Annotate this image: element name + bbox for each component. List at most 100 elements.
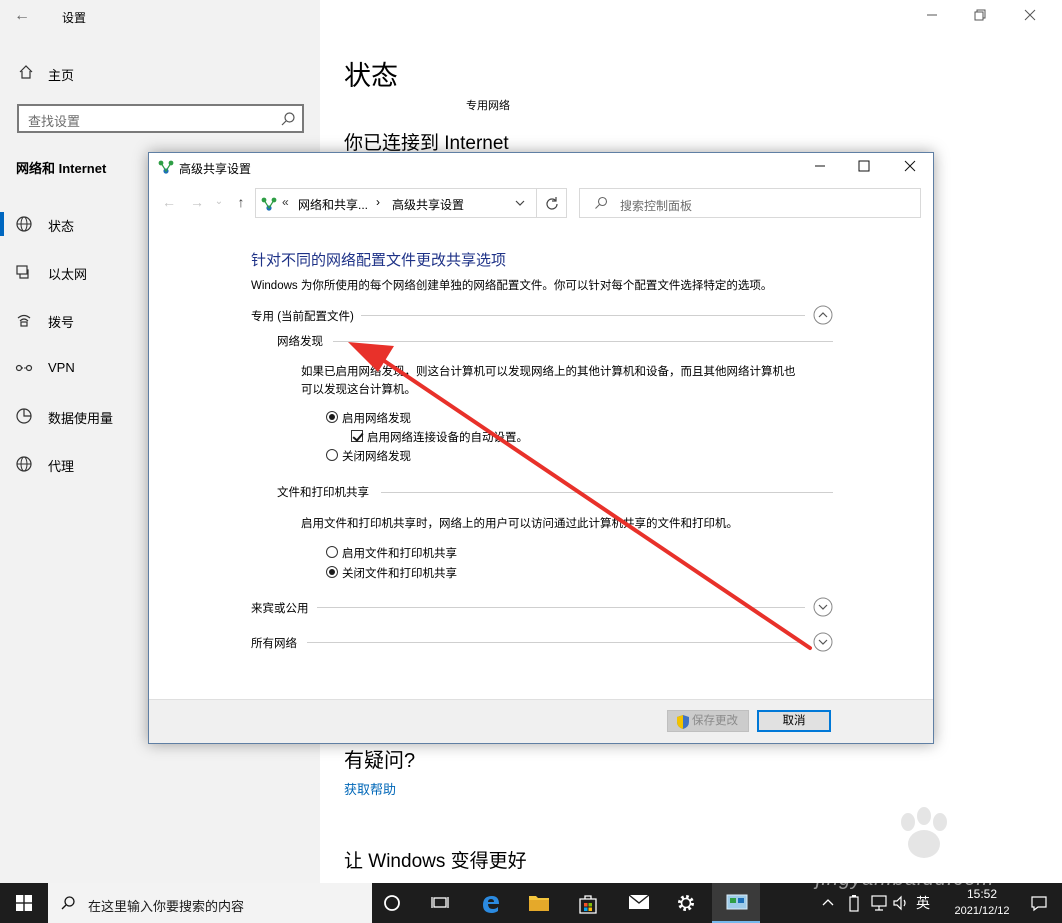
- advanced-sharing-dialog: 高级共享设置 ← → ⌄ ↑ « 网络和共享... › 高级共享设置 搜索控制面…: [148, 152, 934, 744]
- network-discovery-description: 如果已启用网络发现，则这台计算机可以发现网络上的其他计算机和设备，而且其他网络计…: [301, 363, 796, 399]
- battery-icon[interactable]: [848, 893, 860, 913]
- store-button[interactable]: [564, 883, 612, 923]
- task-view-button[interactable]: [416, 883, 464, 923]
- volume-icon[interactable]: [892, 894, 910, 912]
- divider: [307, 642, 805, 643]
- file-sharing-header: 文件和打印机共享: [277, 484, 833, 500]
- profile-all-header[interactable]: 所有网络: [251, 632, 833, 652]
- address-bar[interactable]: « 网络和共享... › 高级共享设置: [255, 188, 567, 218]
- chevron-up-icon[interactable]: [813, 305, 833, 325]
- radio-label: 启用文件和打印机共享: [342, 548, 457, 560]
- cortana-button[interactable]: [368, 883, 416, 923]
- home-icon: [19, 65, 33, 79]
- search-icon: [61, 896, 75, 910]
- dialog-titlebar[interactable]: 高级共享设置: [149, 153, 933, 181]
- file-sharing-description: 启用文件和打印机共享时，网络上的用户可以访问通过此计算机共享的文件和打印机。: [301, 518, 738, 530]
- network-discovery-title: 网络发现: [277, 333, 331, 349]
- close-icon[interactable]: [903, 159, 917, 173]
- cancel-button[interactable]: 取消: [757, 710, 831, 732]
- store-bag-icon: [579, 895, 597, 914]
- sidebar-item-label: 代理: [48, 459, 75, 474]
- input-method-indicator[interactable]: 英: [916, 893, 930, 913]
- chevron-down-icon[interactable]: [813, 632, 833, 652]
- start-button[interactable]: [0, 883, 48, 923]
- file-explorer-button[interactable]: [514, 883, 562, 923]
- chevron-down-icon[interactable]: [514, 197, 526, 209]
- profile-all-label: 所有网络: [251, 635, 305, 651]
- sidebar-item-label: 以太网: [48, 267, 88, 282]
- sidebar-item-label: 数据使用量: [48, 411, 114, 426]
- breadcrumb-overflow[interactable]: «: [282, 195, 289, 209]
- settings-app-title: 设置: [62, 11, 87, 25]
- settings-search-input[interactable]: 查找设置: [17, 104, 304, 133]
- minimize-icon[interactable]: [926, 9, 938, 21]
- checkbox-checked[interactable]: [351, 430, 363, 442]
- up-icon[interactable]: ↑: [233, 194, 249, 210]
- gear-icon: [678, 895, 694, 911]
- description-line: 可以发现这台计算机。: [301, 384, 416, 396]
- address-toolbar: ← → ⌄ ↑ « 网络和共享... › 高级共享设置 搜索控制面板: [149, 185, 933, 219]
- refresh-button[interactable]: [536, 189, 566, 217]
- sidebar-item-home[interactable]: 主页: [0, 58, 320, 88]
- sidebar-item-label: VPN: [48, 360, 75, 375]
- divider: [361, 315, 805, 316]
- radio-button[interactable]: [326, 449, 338, 461]
- profile-private-header[interactable]: 专用 (当前配置文件): [251, 305, 833, 325]
- maximize-icon[interactable]: [857, 159, 871, 173]
- profile-guest-header[interactable]: 来宾或公用: [251, 597, 833, 617]
- sidebar-item-label: 拨号: [48, 315, 75, 330]
- taskbar-search-input[interactable]: 在这里输入你要搜索的内容: [48, 883, 372, 923]
- back-arrow-icon[interactable]: ←: [14, 6, 34, 26]
- dialog-footer: 保存更改 取消: [149, 699, 933, 743]
- dialog-heading: 针对不同的网络配置文件更改共享选项: [251, 252, 507, 269]
- divider: [317, 607, 805, 608]
- breadcrumb-separator[interactable]: ›: [376, 195, 380, 209]
- settings-taskbar-button[interactable]: [662, 883, 710, 923]
- save-changes-button[interactable]: 保存更改: [667, 710, 749, 732]
- forward-icon[interactable]: →: [189, 194, 205, 210]
- network-icon[interactable]: [870, 894, 888, 912]
- restore-icon[interactable]: [974, 9, 986, 21]
- search-placeholder: 查找设置: [28, 114, 81, 129]
- cortana-circle-icon: [384, 895, 400, 911]
- chevron-up-icon[interactable]: [822, 897, 834, 907]
- breadcrumb-advanced-sharing[interactable]: 高级共享设置: [392, 196, 464, 213]
- get-help-link[interactable]: 获取帮助: [344, 779, 396, 798]
- network-sharing-icon: [261, 197, 277, 211]
- minimize-icon[interactable]: [813, 159, 827, 173]
- radio-button-selected[interactable]: [326, 411, 338, 423]
- control-panel-search-input[interactable]: 搜索控制面板: [579, 188, 921, 218]
- notification-icon[interactable]: [1030, 894, 1048, 912]
- mail-button[interactable]: [614, 883, 662, 923]
- close-icon[interactable]: [1024, 9, 1036, 21]
- control-panel-taskbar-button[interactable]: [712, 883, 760, 923]
- vpn-icon: [15, 364, 33, 372]
- radio-button[interactable]: [326, 546, 338, 558]
- back-icon[interactable]: ←: [161, 194, 177, 210]
- breadcrumb-network-sharing[interactable]: 网络和共享...: [298, 196, 368, 213]
- proxy-globe-icon: [16, 456, 32, 472]
- sidebar-item-label: 状态: [48, 219, 75, 234]
- checkbox-label: 启用网络连接设备的自动设置。: [367, 432, 528, 444]
- radio-button-selected[interactable]: [326, 566, 338, 578]
- edge-icon: [483, 896, 499, 913]
- section-title: 网络和 Internet: [16, 161, 107, 176]
- dialog-title: 高级共享设置: [179, 162, 252, 176]
- page-title: 状态: [344, 61, 398, 91]
- task-view-icon: [431, 897, 449, 908]
- profile-guest-label: 来宾或公用: [251, 600, 317, 616]
- uac-shield-icon: [677, 715, 689, 729]
- refresh-icon: [546, 197, 558, 210]
- question-heading: 有疑问?: [344, 750, 416, 772]
- search-icon[interactable]: [280, 111, 296, 127]
- recent-dropdown-icon[interactable]: ⌄: [211, 194, 227, 210]
- clock-date[interactable]: 2021/12/12: [940, 905, 1024, 917]
- data-usage-icon: [16, 408, 32, 424]
- chevron-down-icon[interactable]: [813, 597, 833, 617]
- save-changes-label: 保存更改: [692, 715, 738, 727]
- improve-windows-heading: 让 Windows 变得更好: [344, 851, 527, 872]
- dialog-description: Windows 为你所使用的每个网络创建单独的网络配置文件。你可以针对每个配置文…: [251, 280, 773, 292]
- edge-taskbar-button[interactable]: [466, 883, 514, 923]
- radio-label: 启用网络发现: [342, 413, 411, 425]
- search-icon: [595, 196, 608, 209]
